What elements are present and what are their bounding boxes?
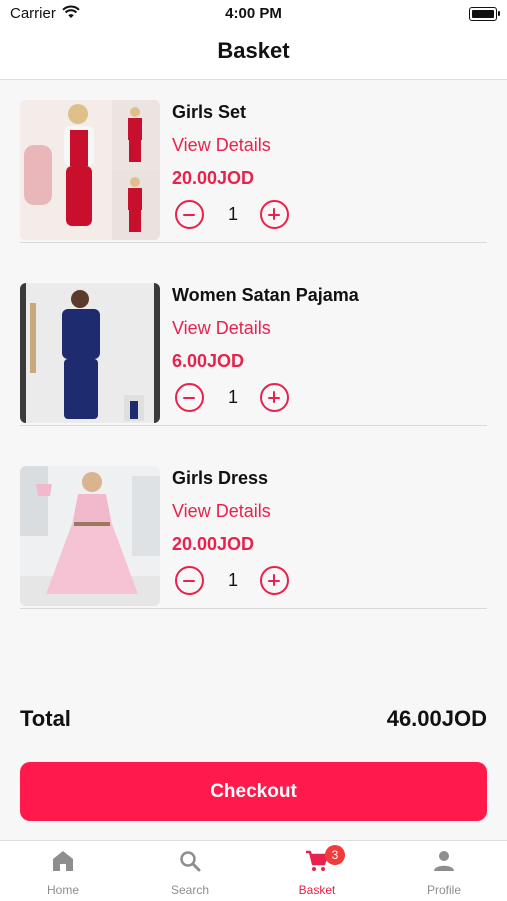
clock: 4:00 PM bbox=[225, 5, 282, 22]
page-title: Basket bbox=[217, 38, 290, 63]
navigation-bar: Basket bbox=[0, 28, 507, 80]
decrease-quantity-button[interactable] bbox=[175, 200, 204, 229]
decrease-quantity-button[interactable] bbox=[175, 566, 204, 595]
tab-search[interactable]: Search bbox=[127, 841, 253, 901]
product-image[interactable] bbox=[20, 283, 160, 423]
minus-icon bbox=[183, 396, 195, 400]
view-details-link[interactable]: View Details bbox=[172, 501, 271, 522]
tab-bar: Home Search 3 Basket Profile bbox=[0, 840, 507, 901]
tab-label: Profile bbox=[426, 883, 461, 897]
basket-item: Girls Dress View Details 20.00JOD 1 bbox=[20, 446, 487, 609]
item-price: 20.00JOD bbox=[172, 534, 255, 554]
minus-icon bbox=[183, 579, 195, 583]
tab-label: Basket bbox=[298, 883, 336, 897]
total-label: Total bbox=[20, 706, 71, 731]
item-name: Girls Dress bbox=[172, 468, 269, 488]
checkout-button[interactable]: Checkout bbox=[20, 762, 487, 821]
search-icon bbox=[178, 849, 202, 873]
cart-count-badge: 3 bbox=[325, 845, 345, 865]
view-details-link[interactable]: View Details bbox=[172, 318, 271, 339]
product-image[interactable] bbox=[20, 100, 160, 240]
basket-item: Girls Set View Details 20.00JOD 1 bbox=[20, 80, 487, 243]
status-bar: Carrier 4:00 PM bbox=[0, 0, 507, 28]
quantity-value: 1 bbox=[227, 570, 238, 590]
home-icon bbox=[51, 849, 75, 873]
quantity-value: 1 bbox=[227, 204, 238, 224]
item-price: 20.00JOD bbox=[172, 168, 255, 188]
view-details-link[interactable]: View Details bbox=[172, 135, 271, 156]
tab-home[interactable]: Home bbox=[0, 841, 126, 901]
item-name: Girls Set bbox=[172, 102, 247, 122]
tab-profile[interactable]: Profile bbox=[381, 841, 507, 901]
basket-item: Women Satan Pajama View Details 6.00JOD … bbox=[20, 263, 487, 426]
quantity-value: 1 bbox=[227, 387, 238, 407]
product-image[interactable] bbox=[20, 466, 160, 606]
tab-label: Home bbox=[46, 883, 79, 897]
profile-icon bbox=[432, 849, 456, 873]
increase-quantity-button[interactable] bbox=[260, 200, 289, 229]
decrease-quantity-button[interactable] bbox=[175, 383, 204, 412]
total-value: 46.00JOD bbox=[386, 706, 487, 731]
battery-icon bbox=[469, 7, 500, 21]
item-price: 6.00JOD bbox=[172, 351, 245, 371]
item-name: Women Satan Pajama bbox=[172, 285, 359, 305]
minus-icon bbox=[183, 213, 195, 217]
tab-basket[interactable]: 3 Basket bbox=[254, 841, 380, 901]
tab-label: Search bbox=[170, 883, 210, 897]
increase-quantity-button[interactable] bbox=[260, 566, 289, 595]
increase-quantity-button[interactable] bbox=[260, 383, 289, 412]
